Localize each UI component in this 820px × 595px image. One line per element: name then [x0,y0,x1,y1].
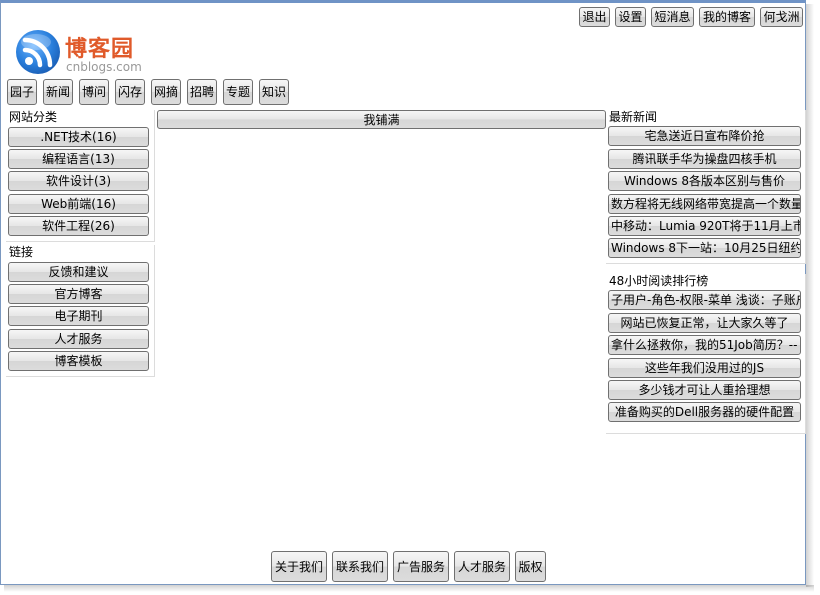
link-item[interactable]: 反馈和建议 [8,262,149,282]
categories-title: 网站分类 [9,110,58,124]
nav-item-knowledge[interactable]: 知识 [259,79,289,105]
nav-item-jobs[interactable]: 招聘 [187,79,217,105]
news-item[interactable]: 中移动：Lumia 920T将于11月上市 [608,216,801,236]
category-item[interactable]: 软件工程(26) [8,216,149,236]
nav-item-garden[interactable]: 园子 [7,79,37,105]
my-blog-button[interactable]: 我的博客 [699,7,755,27]
messages-button[interactable]: 短消息 [651,7,694,27]
nav-item-questions[interactable]: 博问 [79,79,109,105]
news-item[interactable]: Windows 8下一站：10月25日纽约 [608,238,801,258]
logout-button[interactable]: 退出 [579,7,610,27]
news-item[interactable]: 宅急送近日宣布降价抢 [608,126,801,146]
window-shadow-right [806,4,814,587]
nav-item-news[interactable]: 新闻 [43,79,73,105]
footer-contact-button[interactable]: 联系我们 [332,551,388,582]
ranking-item[interactable]: 子用户-角色-权限-菜单 浅谈：子账户设计方案 [608,290,801,310]
category-item[interactable]: 编程语言(13) [8,149,149,169]
rss-logo-icon [16,30,60,74]
news-item[interactable]: 数方程将无线网络带宽提高一个数量级 [608,194,801,214]
nav-item-bookmarks[interactable]: 网摘 [151,79,181,105]
logo-name: 博客园 [65,37,135,62]
link-item[interactable]: 人才服务 [8,329,149,349]
ranking-item[interactable]: 网站已恢复正常，让大家久等了 [608,313,801,333]
news-item[interactable]: 腾讯联手华为操盘四核手机 [608,149,801,169]
username-button[interactable]: 何戈洲 [760,7,803,27]
nav-item-topics[interactable]: 专题 [223,79,253,105]
link-item[interactable]: 电子期刊 [8,306,149,326]
ranking-item[interactable]: 多少钱才可让人重拾理想 [608,380,801,400]
news-item[interactable]: Windows 8各版本区别与售价 [608,171,801,191]
latest-news-title: 最新新闻 [609,110,658,124]
footer-copyright-button[interactable]: 版权 [515,551,546,582]
footer-ads-button[interactable]: 广告服务 [393,551,449,582]
ranking-item[interactable]: 拿什么拯救你，我的51Job简历？-- [608,335,801,355]
latest-news-panel: 最新新闻 宅急送近日宣布降价抢 腾讯联手华为操盘四核手机 Windows 8各版… [606,110,806,264]
ranking-item[interactable]: 这些年我们没用过的JS [608,358,801,378]
logo-domain: cnblogs.com [66,60,142,74]
link-item[interactable]: 官方博客 [8,284,149,304]
window-shadow-bottom [4,585,814,592]
category-item[interactable]: Web前端(16) [8,194,149,214]
category-item[interactable]: .NET技术(16) [8,127,149,147]
site-logo[interactable]: 博客园 cnblogs.com [14,28,164,78]
reading-ranking-title: 48小时阅读排行榜 [609,274,709,288]
link-item[interactable]: 博客模板 [8,351,149,371]
links-title: 链接 [9,245,34,259]
settings-button[interactable]: 设置 [615,7,646,27]
ranking-item[interactable]: 准备购买的Dell服务器的硬件配置 [608,402,801,422]
footer-about-button[interactable]: 关于我们 [271,551,327,582]
reading-ranking-panel: 48小时阅读排行榜 子用户-角色-权限-菜单 浅谈：子账户设计方案 网站已恢复正… [606,274,806,434]
footer-talent-button[interactable]: 人才服务 [454,551,510,582]
center-fill-button[interactable]: 我铺满 [157,110,606,129]
categories-panel: 网站分类 .NET技术(16) 编程语言(13) 软件设计(3) Web前端(1… [6,110,155,242]
nav-item-flash[interactable]: 闪存 [115,79,145,105]
links-panel: 链接 反馈和建议 官方博客 电子期刊 人才服务 博客模板 [6,245,155,377]
category-item[interactable]: 软件设计(3) [8,171,149,191]
